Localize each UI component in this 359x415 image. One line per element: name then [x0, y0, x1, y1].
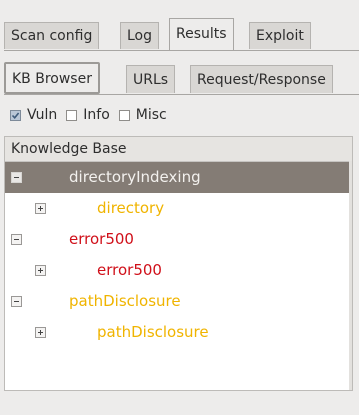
tab-urls[interactable]: URLs	[126, 65, 176, 93]
tree-node-label: directory	[97, 199, 165, 217]
info-label: Info	[83, 107, 110, 123]
collapse-icon[interactable]	[11, 234, 22, 245]
tab-kb-browser[interactable]: KB Browser	[4, 62, 100, 94]
knowledge-base-tree[interactable]: Knowledge Base directoryIndexing directo…	[4, 136, 353, 391]
misc-checkbox[interactable]	[118, 109, 130, 121]
tab-log[interactable]: Log	[120, 22, 160, 49]
vuln-checkbox[interactable]	[10, 109, 21, 121]
scrollbar-track[interactable]	[349, 161, 352, 390]
info-filter[interactable]: Info	[66, 107, 110, 123]
kb-filters: Vuln Info Misc	[10, 104, 176, 126]
tab-request-response[interactable]: Request/Response	[190, 65, 333, 93]
tab-exploit[interactable]: Exploit	[249, 22, 311, 49]
tab-scan-config[interactable]: Scan config	[4, 22, 100, 49]
vuln-label: Vuln	[27, 107, 58, 123]
tree-node-label: pathDisclosure	[69, 292, 181, 310]
expand-icon[interactable]	[35, 203, 46, 214]
collapse-icon[interactable]	[11, 172, 22, 183]
tree-row[interactable]: directoryIndexing	[5, 162, 352, 193]
tree-row[interactable]: directory	[5, 193, 352, 224]
misc-label: Misc	[135, 107, 167, 123]
tree-node-label: pathDisclosure	[97, 323, 209, 341]
expand-icon[interactable]	[35, 327, 46, 338]
tab-results[interactable]: Results	[169, 18, 234, 50]
misc-filter[interactable]: Misc	[118, 107, 167, 123]
vuln-filter[interactable]: Vuln	[10, 107, 57, 123]
tree-row[interactable]: pathDisclosure	[5, 286, 352, 317]
tree-node-label: error500	[97, 261, 162, 279]
kb-results-panel: Scan config Log Results Exploit KB Brows…	[0, 0, 359, 415]
tree-node-label: directoryIndexing	[69, 168, 201, 186]
tree-column-header[interactable]: Knowledge Base	[5, 137, 352, 162]
results-subtabbar: KB Browser URLs Request/Response	[4, 60, 359, 95]
checkmark-icon	[11, 111, 20, 119]
tree-node-label: error500	[69, 230, 134, 248]
collapse-icon[interactable]	[11, 296, 22, 307]
expand-icon[interactable]	[35, 265, 46, 276]
info-checkbox[interactable]	[66, 109, 78, 121]
tree-row[interactable]: error500	[5, 255, 352, 286]
tree-row[interactable]: error500	[5, 224, 352, 255]
tree-row[interactable]: pathDisclosure	[5, 317, 352, 348]
main-tabbar: Scan config Log Results Exploit	[4, 18, 359, 51]
